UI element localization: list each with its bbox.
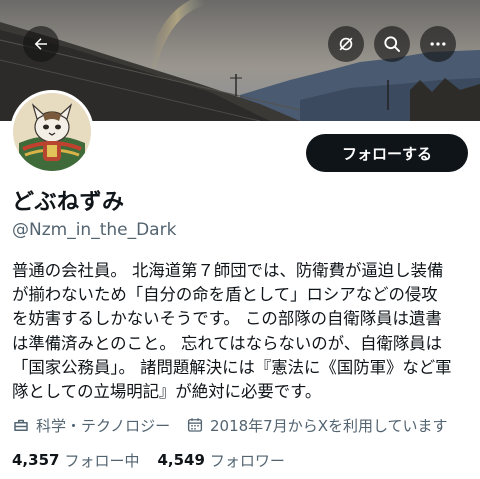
- follow-stats: 4,357 フォロー中 4,549 フォロワー: [12, 449, 285, 471]
- avatar-illustration: [13, 93, 91, 171]
- followers-count: 4,549: [157, 451, 205, 469]
- profile-handle: @Nzm_in_the_Dark: [12, 220, 177, 240]
- more-button[interactable]: [420, 26, 456, 62]
- bio-line: を妨害するしかないそうです。 この部隊の自衛隊員は遺書: [12, 309, 442, 329]
- category-label: 科学・テクノロジー: [36, 416, 171, 435]
- search-icon: [384, 36, 400, 52]
- mute-slash-icon: [339, 37, 353, 51]
- profile-joined: 2018年7月からXを利用しています: [186, 414, 448, 436]
- following-label: フォロー中: [64, 451, 140, 470]
- bio-line: は準備済みとのこと。 忘れてはならないのが、自衛隊員は: [12, 333, 443, 353]
- mute-button[interactable]: [328, 26, 364, 62]
- display-name: どぶねずみ: [12, 190, 125, 215]
- following-count: 4,357: [12, 451, 60, 469]
- arrow-left-icon: [34, 38, 47, 50]
- more-icon: [430, 42, 446, 46]
- profile-category: 科学・テクノロジー: [12, 414, 170, 436]
- followers-link[interactable]: 4,549 フォロワー: [157, 450, 284, 471]
- back-button[interactable]: [23, 26, 59, 62]
- bio-line: 普通の会社員。 北海道第７師団では、防衛費が逼迫し装備: [12, 261, 444, 280]
- followers-label: フォロワー: [209, 451, 285, 470]
- following-link[interactable]: 4,357 フォロー中: [12, 450, 139, 471]
- profile-bio: 普通の会社員。 北海道第７師団では、防衛費が逼迫し装備 が揃わないため「自分の命…: [12, 259, 474, 404]
- bio-line: 隊としての立場明記』が絶対に必要です。: [12, 382, 322, 402]
- briefcase-icon: [14, 419, 28, 431]
- bio-line: 「国家公務員」。 諸問題解決には『憲法に《国防軍》など軍: [12, 357, 452, 377]
- avatar[interactable]: [10, 90, 94, 174]
- follow-button[interactable]: フォローする: [306, 134, 468, 172]
- joined-label: 2018年7月からXを利用しています: [210, 416, 448, 435]
- calendar-icon: [187, 418, 203, 432]
- search-button[interactable]: [374, 26, 410, 62]
- bio-line: が揃わないため「自分の命を盾として」ロシアなどの侵攻: [12, 285, 438, 305]
